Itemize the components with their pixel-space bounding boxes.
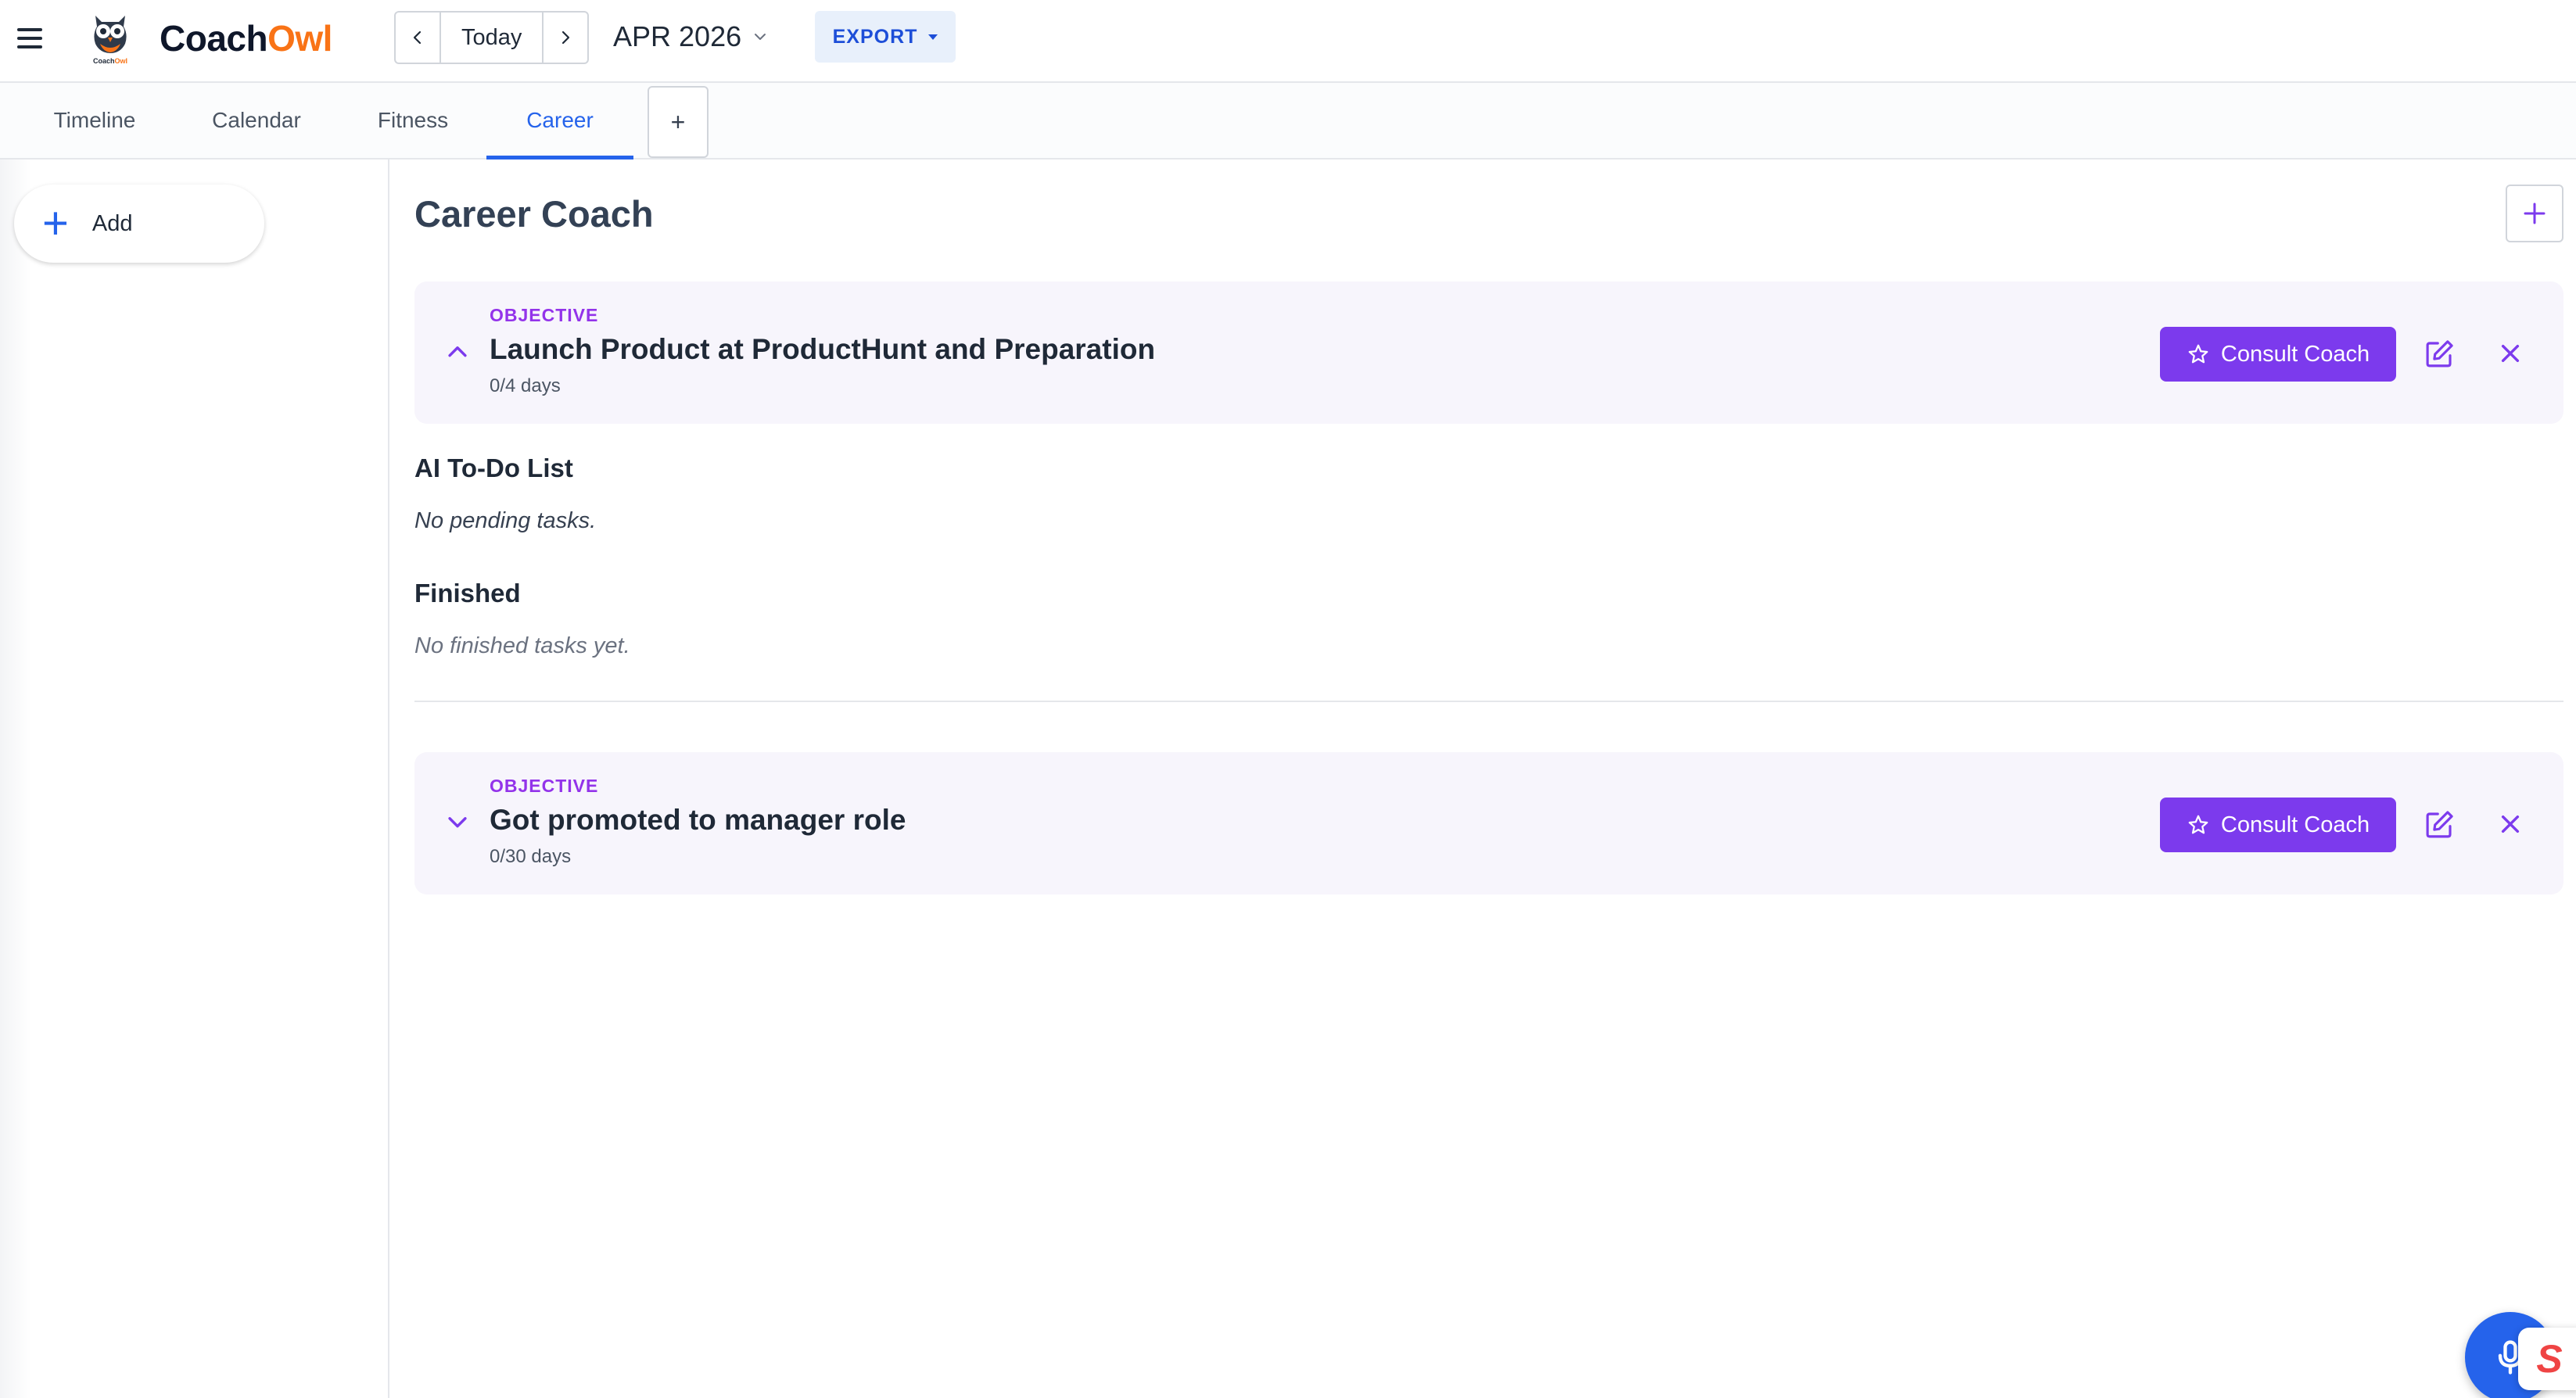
close-icon[interactable] [2498,812,2523,837]
tab-calendar[interactable]: Calendar [192,83,321,158]
export-label: EXPORT [832,25,918,48]
objective-card: OBJECTIVE Got promoted to manager role 0… [414,752,2563,894]
chevron-down-icon [755,34,766,40]
add-objective-button[interactable] [2506,185,2563,242]
objective-card: OBJECTIVE Launch Product at ProductHunt … [414,281,2563,424]
chevron-down-icon[interactable] [444,808,471,835]
star-icon [2188,815,2208,834]
svg-text:CoachOwl: CoachOwl [93,57,127,65]
app-header: CoachOwl CoachOwl Today APR 2026 EXPORT [0,0,2576,83]
objective-days: 0/4 days [490,375,561,396]
todo-heading: AI To-Do List [414,453,573,482]
divider [414,701,2563,702]
page-title: Career Coach [414,193,654,235]
objective-title: Launch Product at ProductHunt and Prepar… [490,333,1156,365]
consult-coach-button[interactable]: Consult Coach [2160,798,2396,852]
objective-label: OBJECTIVE [490,776,599,796]
owl-logo-icon: CoachOwl [93,16,127,65]
objective-label: OBJECTIVE [490,305,599,325]
hamburger-menu-icon[interactable] [17,28,42,48]
chevron-up-icon[interactable] [444,338,471,364]
edit-icon[interactable] [2423,808,2456,841]
consult-coach-label: Consult Coach [2220,812,2370,837]
brand-name: CoachOwl [160,18,332,59]
month-selector[interactable]: APR 2026 [613,19,770,55]
finished-heading: Finished [414,579,521,608]
objective-days: 0/30 days [490,846,572,867]
plus-icon [2524,203,2546,224]
finished-empty-text: No finished tasks yet. [414,633,630,658]
add-label: Add [91,210,133,236]
today-button[interactable]: Today [439,13,544,63]
chevron-right-icon [562,30,570,45]
sidebar: + Add [0,160,389,1398]
export-button[interactable]: EXPORT [815,11,956,63]
todo-empty-text: No pending tasks. [414,508,597,533]
extension-s-icon[interactable]: S [2518,1328,2576,1390]
tab-fitness[interactable]: Fitness [352,83,474,158]
edit-icon[interactable] [2423,338,2456,371]
next-button[interactable] [544,13,587,63]
chevron-left-icon [413,30,422,45]
objective-title: Got promoted to manager role [490,804,906,836]
tab-timeline[interactable]: Timeline [28,83,161,158]
consult-coach-button[interactable]: Consult Coach [2160,327,2396,382]
tab-bar: Timeline Calendar Fitness Career + [0,83,2576,160]
date-navigation: Today [394,11,590,64]
month-label: APR 2026 [613,20,742,52]
tab-career[interactable]: Career [486,83,633,160]
consult-coach-label: Consult Coach [2220,341,2370,367]
caret-down-icon [928,34,938,40]
close-icon[interactable] [2498,341,2523,366]
star-icon [2188,344,2208,364]
add-tab-button[interactable]: + [648,86,709,158]
add-button[interactable]: + Add [14,185,264,263]
plus-icon: + [42,198,69,249]
previous-button[interactable] [396,13,439,63]
